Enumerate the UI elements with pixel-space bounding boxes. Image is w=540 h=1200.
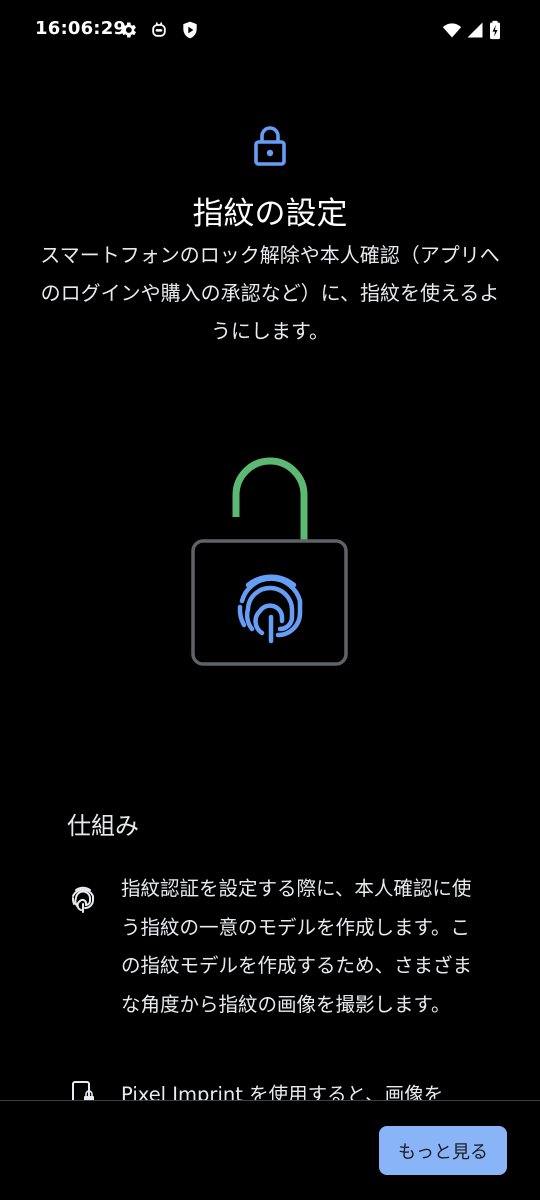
play-shield-icon [183,21,197,39]
page-title: 指紋の設定 [192,196,348,232]
more-button[interactable]: もっと見る [379,1126,507,1175]
wifi-icon [442,23,462,38]
how-it-works-heading: 仕組み [67,812,139,840]
info-text: Pixel Imprint を使用すると、画像を [121,1083,444,1100]
fingerprint-icon [71,886,94,913]
lock-icon [254,126,286,166]
status-time: 16:06:29 [35,18,127,39]
info-text: 指紋認証を設定する際に、本人確認に使う指紋の一意のモデルを作成します。この指紋モ… [121,877,473,1016]
gear-icon [121,22,136,38]
signal-icon [467,22,483,38]
page-description: スマートフォンのロック解除や本人確認（アプリへのログインや購入の承認など）に、指… [40,243,500,343]
battery-charging-icon [490,20,500,40]
fingerprint-unlock-illustration [191,457,348,666]
phone-lock-icon [72,1081,94,1100]
robot-icon [152,22,166,37]
status-bar: 16:06:29 [0,0,540,62]
fingerprint-icon [237,574,303,644]
info-list[interactable]: 指紋認証を設定する際に、本人確認に使う指紋の一意のモデルを作成します。この指紋モ… [0,860,540,1100]
